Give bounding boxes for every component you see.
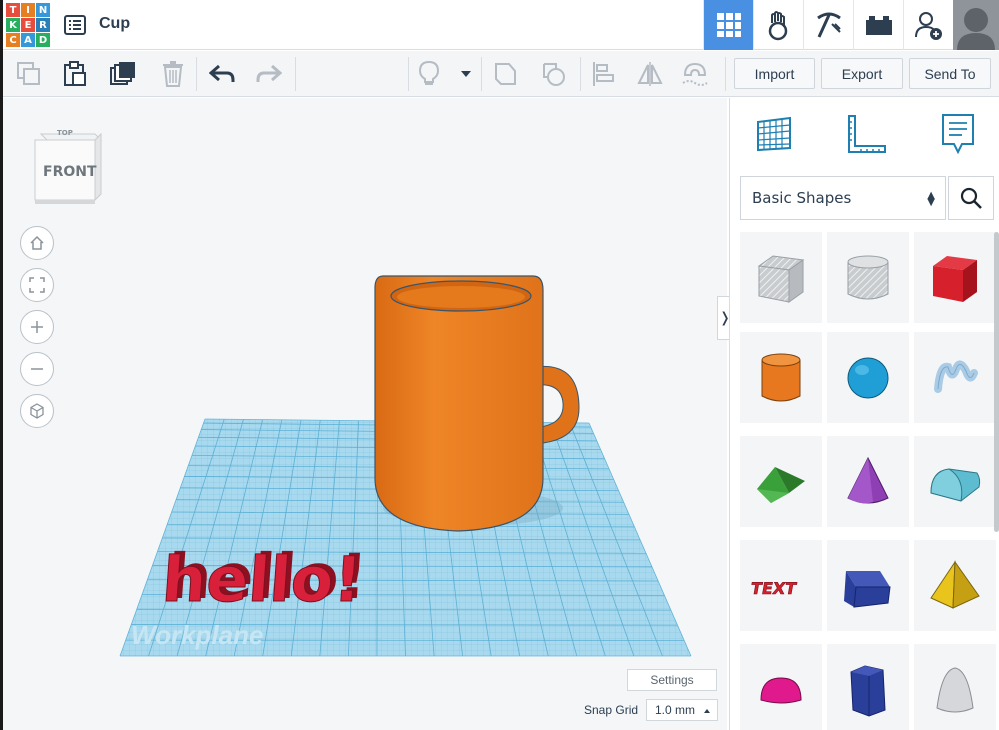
export-button[interactable]: Export <box>821 58 903 89</box>
top-nav-icons <box>703 0 999 50</box>
shape-cone[interactable] <box>827 436 909 527</box>
workplane-label: Workplane <box>131 620 263 650</box>
user-avatar[interactable] <box>953 0 999 50</box>
settings-button[interactable]: Settings <box>627 669 717 691</box>
bricks-icon[interactable] <box>853 0 903 50</box>
lightbulb-icon[interactable] <box>415 60 443 88</box>
shape-half-sphere[interactable] <box>740 644 822 730</box>
logo-letter: T <box>6 3 20 17</box>
top-bar: TIN KER CAD Cup <box>3 0 999 50</box>
align-icon[interactable] <box>589 60 617 88</box>
shape-round-roof[interactable] <box>914 436 996 527</box>
snap-grid-value: 1.0 mm <box>655 703 696 717</box>
caret-up-icon <box>704 709 710 713</box>
design-title[interactable]: Cup <box>99 15 130 33</box>
shape-wedge[interactable] <box>827 540 909 631</box>
view-cube[interactable]: TOP FRONT <box>31 128 105 213</box>
chevron-down-icon[interactable] <box>452 60 480 88</box>
ungroup-icon[interactable] <box>540 60 568 88</box>
edit-toolbar: Import Export Send To <box>3 51 999 97</box>
shape-roof[interactable] <box>740 436 822 527</box>
logo-letter: R <box>36 18 50 32</box>
delete-icon[interactable] <box>159 60 187 88</box>
viewcube-top-label: TOP <box>57 129 73 137</box>
tinkercad-app: TIN KER CAD Cup Import Export Send To Work… <box>0 0 999 730</box>
shape-text[interactable]: TEXT <box>740 540 822 631</box>
logo-letter: I <box>21 3 35 17</box>
zoom-in-icon[interactable] <box>20 310 54 344</box>
hello-text: hello! <box>160 543 365 616</box>
redo-icon[interactable] <box>255 60 283 88</box>
shape-polygon[interactable] <box>827 644 909 730</box>
cruise-magnet-icon[interactable] <box>681 60 709 88</box>
design-menu-icon[interactable] <box>63 13 87 37</box>
select-arrows-icon: ▲ ▼ <box>927 190 935 208</box>
send-to-button[interactable]: Send To <box>909 58 991 89</box>
notes-tool-icon[interactable] <box>936 112 980 156</box>
shape-box[interactable] <box>914 232 996 323</box>
3d-viewport[interactable]: Workplane hello! hello! TOP FRONT Settin… <box>3 98 727 730</box>
shape-sphere[interactable] <box>827 332 909 423</box>
workplane-tool-icon[interactable] <box>752 112 796 156</box>
viewcube-front-label: FRONT <box>43 164 97 180</box>
shape-cylinder-hole[interactable] <box>827 232 909 323</box>
shape-scribble[interactable] <box>914 332 996 423</box>
hand-sim-icon[interactable] <box>753 0 803 50</box>
panel-scrollbar[interactable] <box>994 232 999 532</box>
tinkercad-logo[interactable]: TIN KER CAD <box>6 3 50 47</box>
home-view-icon[interactable] <box>20 226 54 260</box>
shape-library-select[interactable]: Basic Shapes ▲ ▼ <box>740 176 946 220</box>
snap-grid-select[interactable]: 1.0 mm <box>646 699 718 721</box>
shape-text-label: TEXT <box>751 579 798 598</box>
search-icon <box>960 187 982 209</box>
snap-grid-label: Snap Grid <box>584 703 639 717</box>
fit-view-icon[interactable] <box>20 268 54 302</box>
search-button[interactable] <box>948 176 994 220</box>
add-user-icon[interactable] <box>903 0 953 50</box>
shape-library-value: Basic Shapes <box>752 189 852 207</box>
scene-canvas[interactable]: Workplane hello! hello! <box>3 98 727 730</box>
shape-box-hole[interactable] <box>740 232 822 323</box>
zoom-out-icon[interactable] <box>20 352 54 386</box>
import-button[interactable]: Import <box>734 58 815 89</box>
logo-letter: A <box>21 33 35 47</box>
paste-icon[interactable] <box>61 60 89 88</box>
shape-paraboloid[interactable] <box>914 644 996 730</box>
3d-design-grid-icon[interactable] <box>703 0 753 50</box>
shape-pyramid[interactable] <box>914 540 996 631</box>
perspective-icon[interactable] <box>20 394 54 428</box>
duplicate-icon[interactable] <box>109 60 137 88</box>
copy-icon[interactable] <box>15 60 43 88</box>
logo-letter: E <box>21 18 35 32</box>
logo-letter: D <box>36 33 50 47</box>
pickaxe-icon[interactable] <box>803 0 853 50</box>
shape-cylinder[interactable] <box>740 332 822 423</box>
logo-letter: K <box>6 18 20 32</box>
hello-text-model[interactable]: hello! hello! <box>159 540 370 616</box>
shapes-panel: Basic Shapes ▲ ▼ TEXT <box>729 98 999 730</box>
ruler-tool-icon[interactable] <box>843 112 887 156</box>
group-icon[interactable] <box>492 60 520 88</box>
logo-letter: N <box>36 3 50 17</box>
mirror-icon[interactable] <box>636 60 664 88</box>
logo-letter: C <box>6 33 20 47</box>
undo-icon[interactable] <box>208 60 236 88</box>
